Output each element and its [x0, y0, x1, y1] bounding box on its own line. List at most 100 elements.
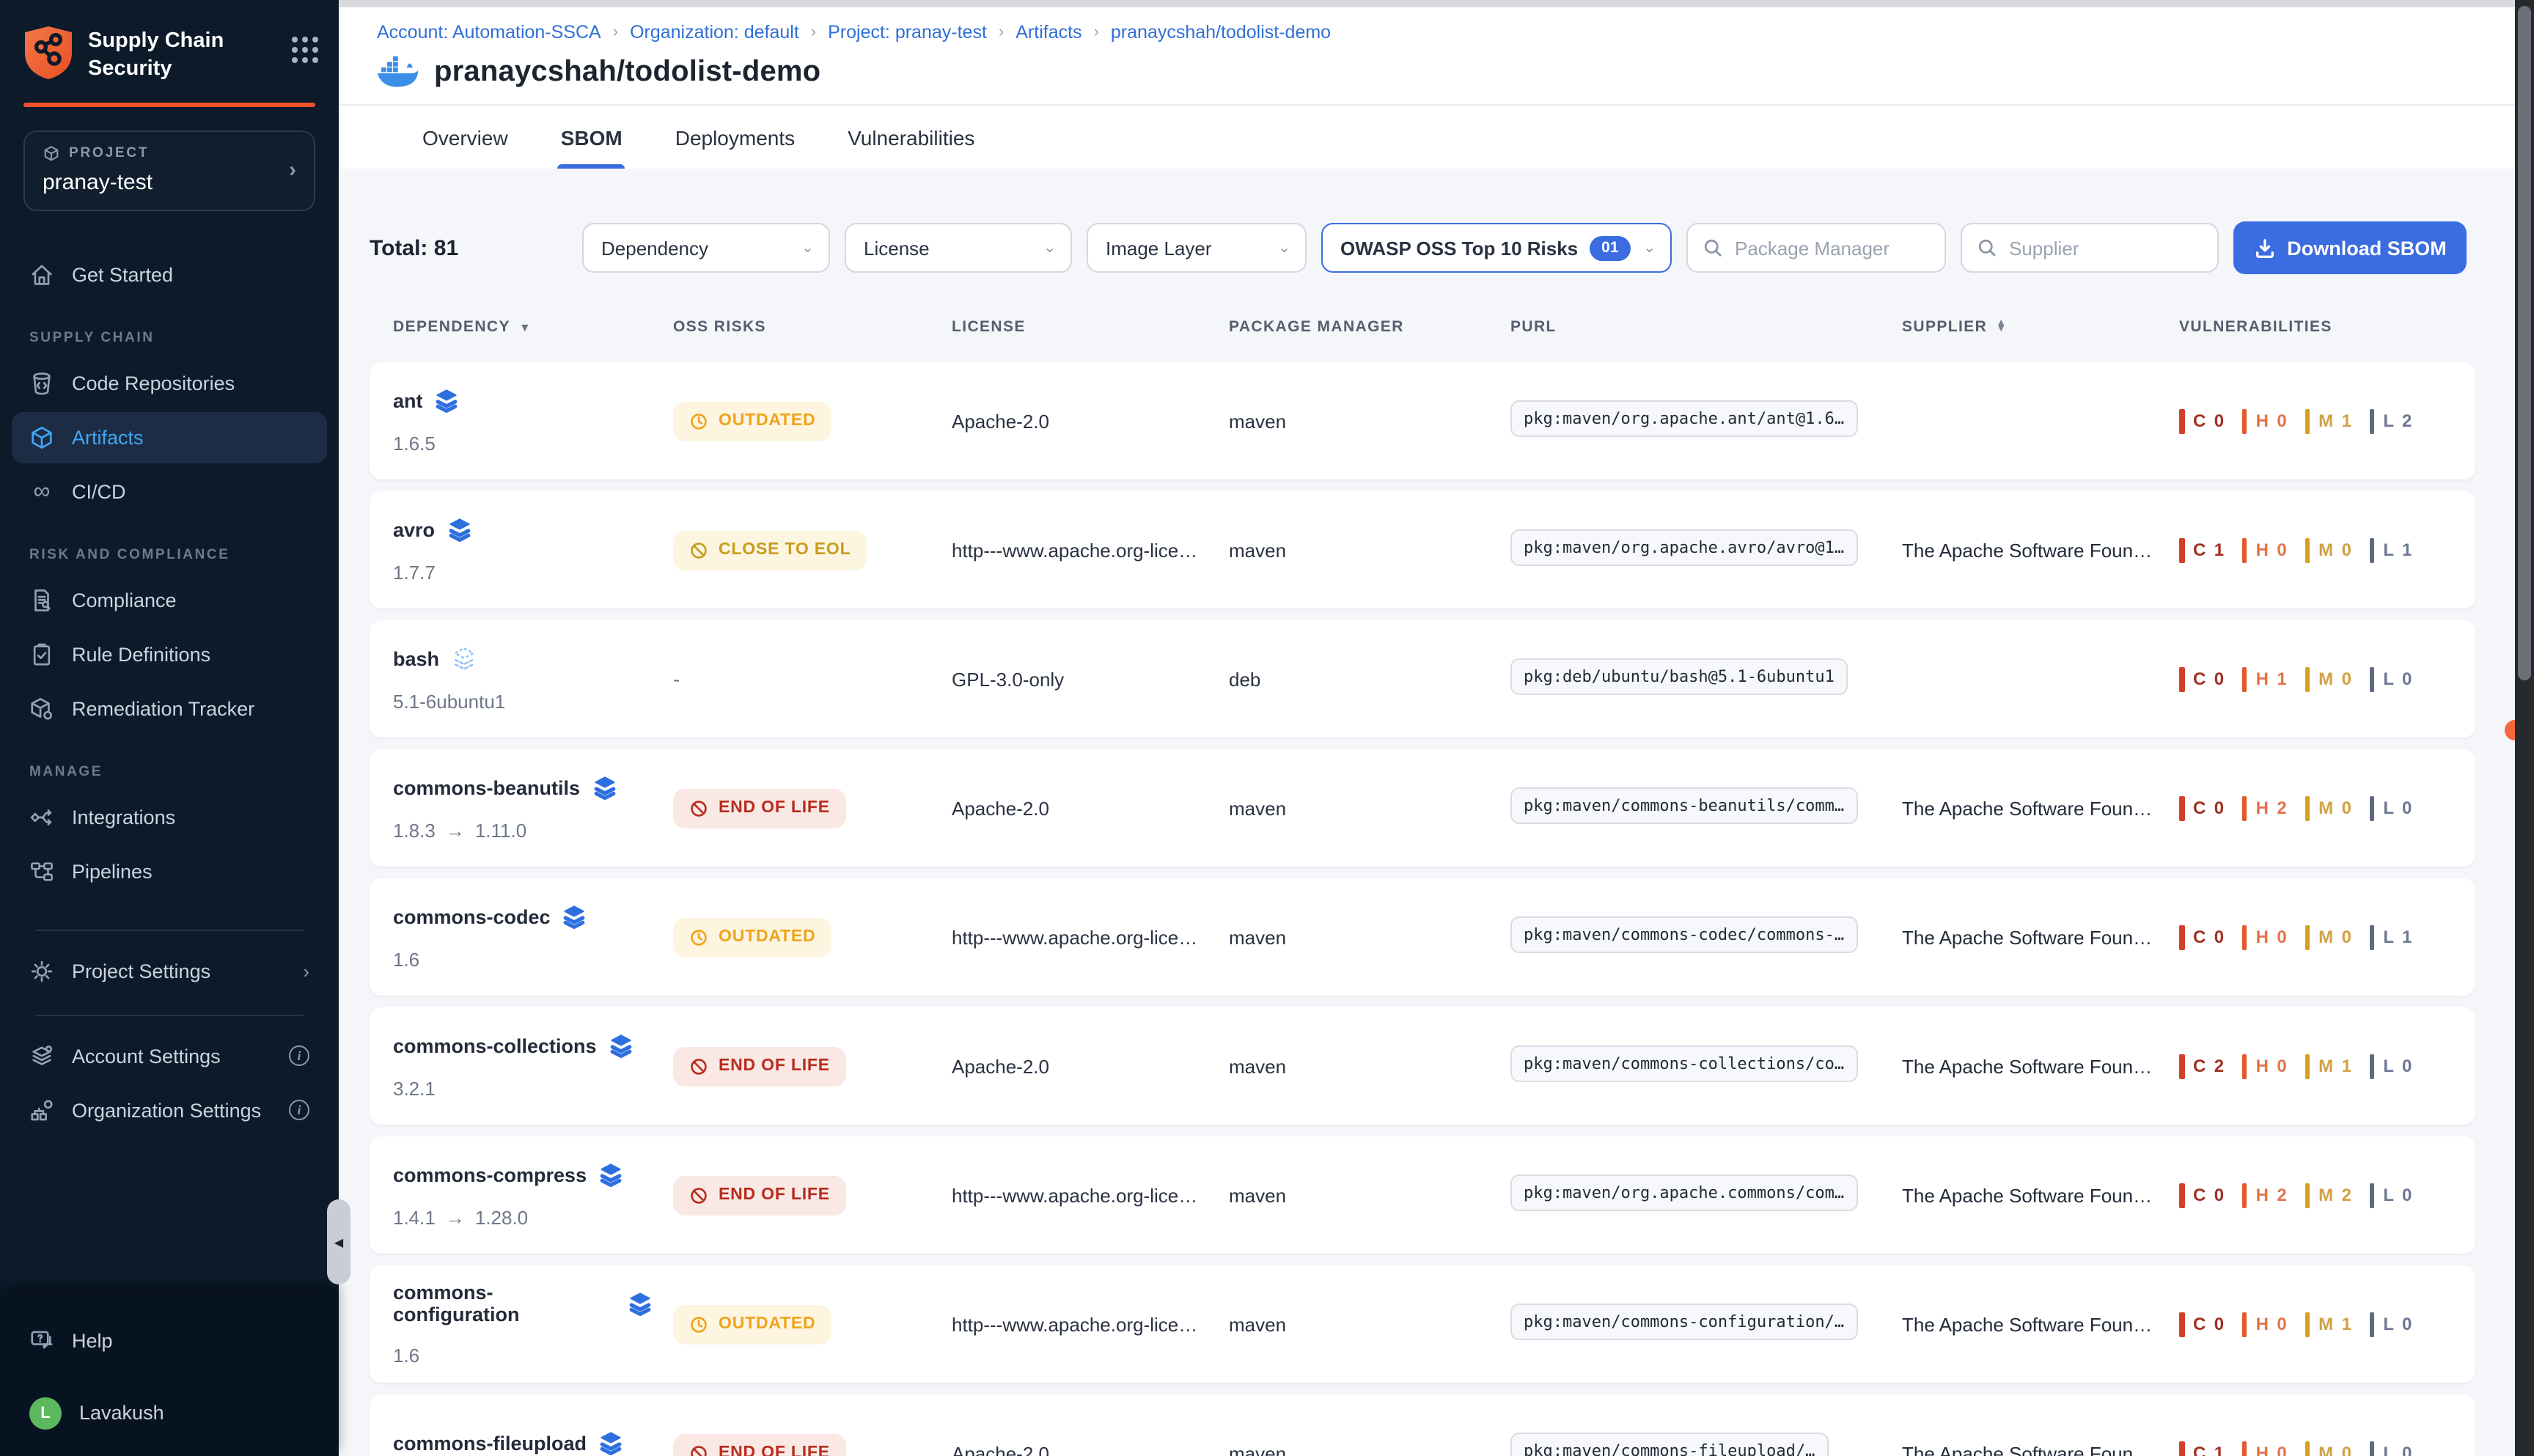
purl-chip[interactable]: pkg:maven/commons-collections/co…	[1510, 1045, 1857, 1082]
purl-chip[interactable]: pkg:maven/commons-configuration/…	[1510, 1304, 1857, 1340]
section-label-manage: MANAGE	[29, 763, 309, 779]
sidebar-item-pipelines[interactable]: Pipelines	[12, 845, 327, 897]
download-icon	[2253, 237, 2275, 259]
sidebar-item-compliance[interactable]: Compliance	[12, 574, 327, 625]
sidebar-item-rule-definitions[interactable]: Rule Definitions	[12, 628, 327, 680]
table-row[interactable]: bash 5.1-6ubuntu1 - GPL-3.0-only deb pkg…	[370, 620, 2475, 738]
image-layer-filter-dropdown[interactable]: Image Layer ⌄	[1087, 223, 1307, 273]
package-manager-search-input[interactable]	[1735, 237, 1930, 259]
breadcrumb-artifacts[interactable]: Artifacts	[1016, 22, 1081, 43]
oss-risk-label: CLOSE TO EOL	[719, 541, 851, 559]
scrollbar-thumb[interactable]	[2518, 6, 2531, 680]
dependency-cell[interactable]: commons-compress 1.4.1 → 1.28.0	[393, 1136, 673, 1254]
column-header-supplier[interactable]: SUPPLIER▲▼	[1902, 318, 2179, 336]
dependency-cell[interactable]: bash 5.1-6ubuntu1	[393, 620, 673, 738]
purl-chip[interactable]: pkg:maven/org.apache.ant/ant@1.6…	[1510, 400, 1857, 437]
vulnerabilities-cell: C 0H 2M 2L 0	[2179, 1183, 2475, 1207]
user-menu[interactable]: L Lavakush	[12, 1387, 327, 1438]
ban-icon	[689, 1056, 708, 1076]
tab-deployments[interactable]: Deployments	[675, 106, 795, 169]
dependency-version: 1.4.1 → 1.28.0	[393, 1206, 653, 1228]
purl-chip[interactable]: pkg:maven/org.apache.avro/avro@1…	[1510, 529, 1857, 566]
version-current: 5.1-6ubuntu1	[393, 690, 505, 712]
supplier-search[interactable]	[1961, 223, 2219, 273]
download-sbom-button[interactable]: Download SBOM	[2233, 221, 2467, 274]
column-header-dependency[interactable]: DEPENDENCY▼	[393, 318, 673, 336]
dependency-name: commons-compress	[393, 1163, 587, 1185]
table-row[interactable]: commons-configuration 1.6 OUTDATED h	[370, 1265, 2475, 1383]
sidebar-item-code-repositories[interactable]: Code Repositories	[12, 357, 327, 408]
chevron-right-icon: ›	[303, 960, 309, 982]
vuln-count-critical: C 0	[2179, 408, 2226, 433]
dependency-cell[interactable]: ant 1.6.5	[393, 362, 673, 479]
vuln-count-low: L 0	[2369, 1054, 2413, 1078]
breadcrumb-account[interactable]: Account: Automation-SSCA	[377, 22, 601, 43]
table-row[interactable]: commons-codec 1.6 OUTDATED http---ww	[370, 878, 2475, 996]
dependency-cell[interactable]: commons-codec 1.6	[393, 878, 673, 996]
dependency-cell[interactable]: avro 1.7.7	[393, 491, 673, 608]
sidebar-item-get-started[interactable]: Get Started	[12, 249, 327, 300]
docker-icon	[377, 56, 418, 89]
sidebar-item-organization-settings[interactable]: Organization Settings i	[12, 1084, 327, 1136]
sidebar-item-artifacts[interactable]: Artifacts	[12, 411, 327, 463]
license-cell: Apache-2.0	[952, 410, 1229, 432]
breadcrumb-organization[interactable]: Organization: default	[630, 22, 799, 43]
scrollbar-track[interactable]	[2515, 0, 2534, 1456]
dependency-cell[interactable]: commons-beanutils 1.8.3 → 1.11.0	[393, 749, 673, 867]
sidebar-item-account-settings[interactable]: Account Settings i	[12, 1030, 327, 1081]
home-icon	[29, 262, 54, 287]
tab-overview[interactable]: Overview	[422, 106, 508, 169]
oss-risk-cell: OUTDATED	[673, 401, 952, 441]
oss-risk-badge: END OF LIFE	[673, 788, 846, 828]
supply-chain-security-logo-icon	[23, 25, 73, 81]
purl-chip[interactable]: pkg:deb/ubuntu/bash@5.1-6ubuntu1	[1510, 658, 1848, 695]
purl-chip[interactable]: pkg:maven/org.apache.commons/com…	[1510, 1174, 1857, 1211]
table-row[interactable]: commons-collections 3.2.1 END OF LIFE	[370, 1007, 2475, 1125]
version-current: 1.4.1	[393, 1206, 436, 1228]
table-row[interactable]: avro 1.7.7 CLOSE TO EOL http---www.a	[370, 491, 2475, 608]
chevron-right-icon: ›	[811, 23, 816, 41]
owasp-risks-filter-dropdown[interactable]: OWASP OSS Top 10 Risks 01 ⌄	[1321, 223, 1672, 273]
oss-risk-label: END OF LIFE	[719, 1057, 830, 1075]
breadcrumb-project[interactable]: Project: pranay-test	[828, 22, 987, 43]
project-selector[interactable]: PROJECT pranay-test ›	[23, 130, 315, 210]
layers-icon	[435, 388, 460, 413]
dependency-cell[interactable]: commons-collections 3.2.1	[393, 1007, 673, 1125]
purl-chip[interactable]: pkg:maven/commons-fileupload/…	[1510, 1433, 1828, 1456]
table-row[interactable]: commons-beanutils 1.8.3 → 1.11.0 END OF …	[370, 749, 2475, 867]
purl-chip[interactable]: pkg:maven/commons-codec/commons-…	[1510, 916, 1857, 953]
info-icon[interactable]: i	[289, 1045, 309, 1066]
tab-sbom[interactable]: SBOM	[561, 106, 623, 169]
vulnerabilities-cell: C 0H 0M 0L 1	[2179, 924, 2475, 949]
vuln-count-medium: M 1	[2305, 1054, 2353, 1078]
dependency-cell[interactable]: commons-fileupload	[393, 1394, 673, 1456]
app-switcher-icon[interactable]	[292, 37, 318, 63]
license-filter-dropdown[interactable]: License ⌄	[845, 223, 1072, 273]
tab-bar: Overview SBOM Deployments Vulnerabilitie…	[339, 104, 2534, 169]
breadcrumb: Account: Automation-SSCA › Organization:…	[377, 22, 2534, 43]
chevron-right-icon: ›	[613, 23, 618, 41]
table-row[interactable]: commons-fileupload END OF LIFE Apac	[370, 1394, 2475, 1456]
sidebar-item-remediation-tracker[interactable]: Remediation Tracker	[12, 683, 327, 734]
vuln-count-high: H 0	[2242, 1312, 2289, 1336]
project-name: pranay-test	[43, 169, 296, 194]
tab-vulnerabilities[interactable]: Vulnerabilities	[848, 106, 974, 169]
supplier-search-input[interactable]	[2009, 237, 2203, 259]
table-header: DEPENDENCY▼ OSS RISKS LICENSE PACKAGE MA…	[370, 318, 2475, 336]
sidebar-item-integrations[interactable]: Integrations	[12, 791, 327, 842]
dependency-filter-dropdown[interactable]: Dependency ⌄	[582, 223, 830, 273]
dependency-cell[interactable]: commons-configuration 1.6	[393, 1265, 673, 1383]
sidebar-collapse-handle[interactable]: ◀	[327, 1199, 350, 1284]
breadcrumb-artifact-name[interactable]: pranaycshah/todolist-demo	[1111, 22, 1331, 43]
vuln-count-medium: M 0	[2305, 1441, 2353, 1456]
table-row[interactable]: ant 1.6.5 OUTDATED Apache-2.0 ma	[370, 362, 2475, 479]
sidebar-item-help[interactable]: Help	[12, 1315, 327, 1367]
table-row[interactable]: commons-compress 1.4.1 → 1.28.0 END OF L…	[370, 1136, 2475, 1254]
sidebar-item-cicd[interactable]: ∞ CI/CD	[12, 466, 327, 517]
section-label-supply-chain: SUPPLY CHAIN	[29, 329, 309, 345]
sidebar-item-project-settings[interactable]: Project Settings ›	[12, 945, 327, 996]
purl-chip[interactable]: pkg:maven/commons-beanutils/comm…	[1510, 787, 1857, 824]
info-icon[interactable]: i	[289, 1100, 309, 1120]
package-manager-search[interactable]	[1686, 223, 1946, 273]
column-header-license: LICENSE	[952, 318, 1229, 336]
